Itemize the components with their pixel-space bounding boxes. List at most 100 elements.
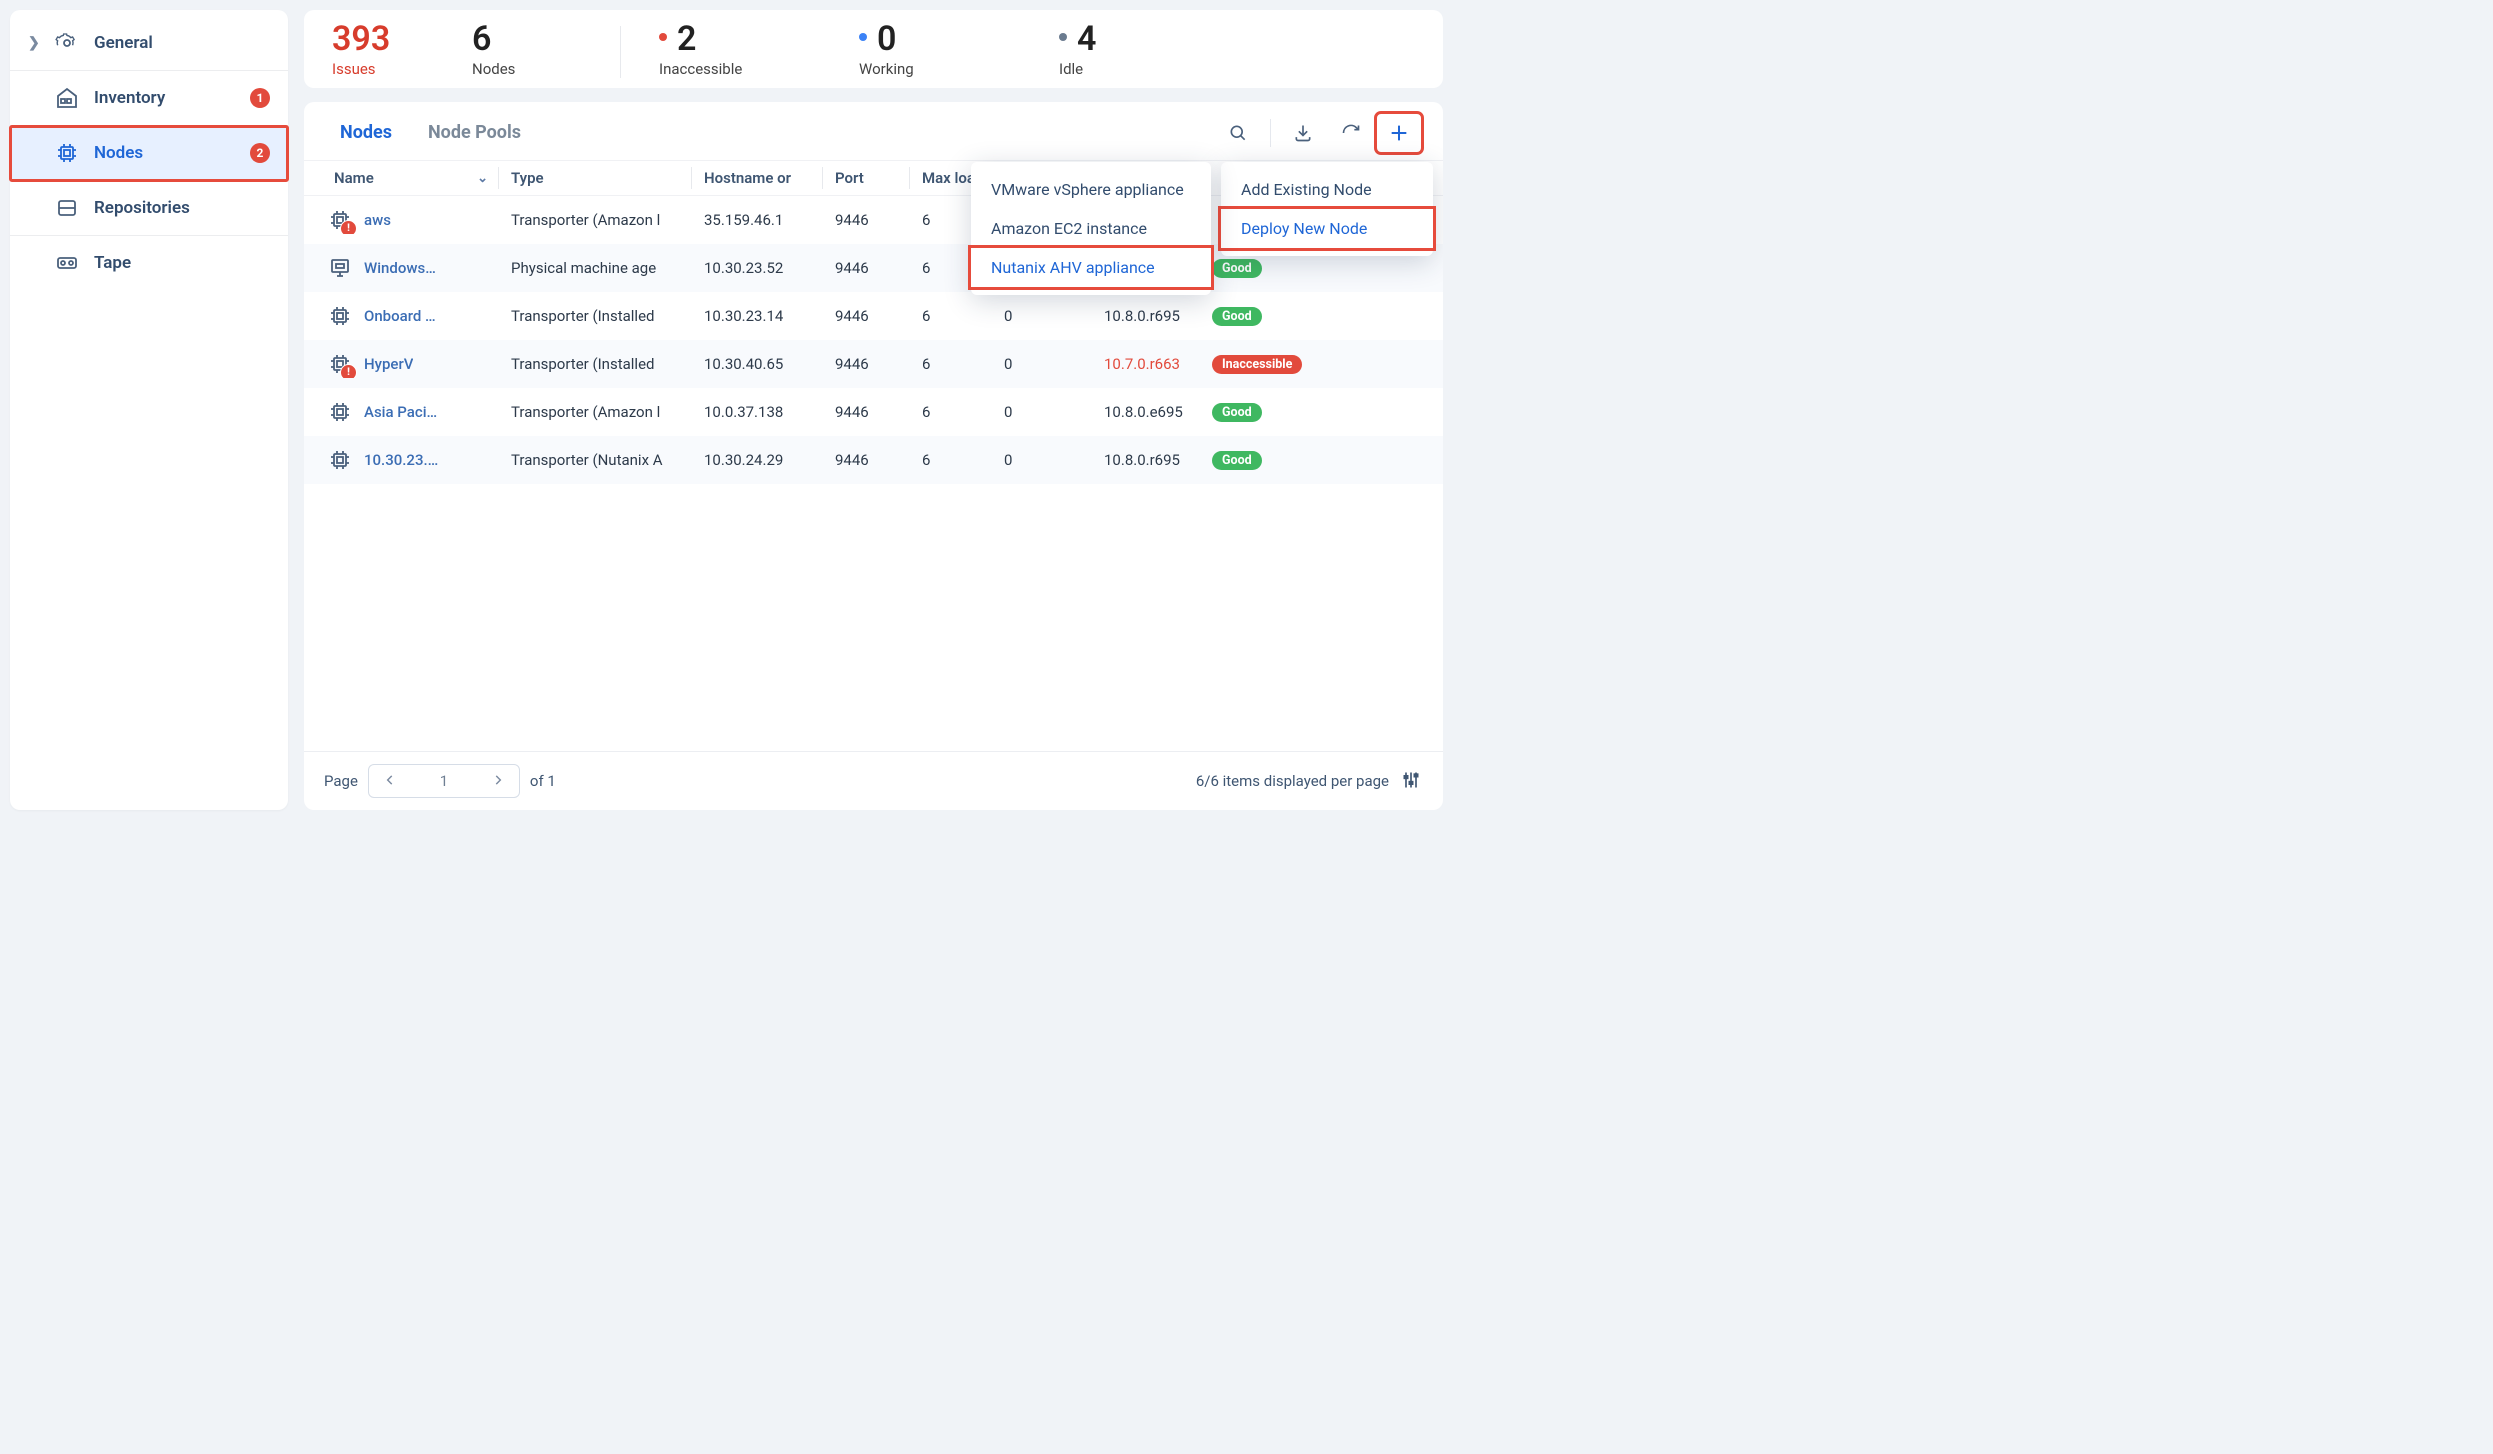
cell-col6: 0 — [1004, 403, 1104, 421]
add-menu: Add Existing Node Deploy New Node — [1221, 162, 1433, 256]
sidebar-item-label: Repositories — [94, 198, 190, 218]
col-hostname[interactable]: Hostname or — [704, 169, 822, 187]
node-name-link[interactable]: aws — [364, 211, 391, 229]
cell-type: Transporter (Amazon l — [511, 403, 691, 421]
cell-status: Inaccessible — [1212, 354, 1322, 374]
cpu-icon — [326, 398, 354, 426]
page-next-button[interactable] — [477, 765, 519, 797]
cell-max: 6 — [922, 307, 1004, 325]
cell-col6: 0 — [1004, 307, 1104, 325]
status-badge: Inaccessible — [1212, 355, 1302, 374]
sidebar-item-inventory[interactable]: Inventory 1 — [10, 71, 288, 126]
table-row[interactable]: HyperV Transporter (Installed 10.30.40.6… — [304, 340, 1443, 388]
column-settings-icon[interactable] — [1401, 770, 1423, 792]
status-dot-gray — [1059, 33, 1067, 41]
sidebar-item-label: General — [94, 33, 153, 53]
cell-type: Physical machine age — [511, 259, 691, 277]
cell-max: 6 — [922, 403, 1004, 421]
gear-icon — [54, 30, 80, 56]
cpu-icon — [326, 446, 354, 474]
stat-idle[interactable]: 4 Idle — [1059, 22, 1239, 78]
cell-port: 9446 — [835, 259, 909, 277]
page-label: Page — [324, 772, 358, 790]
node-name-link[interactable]: Onboard … — [364, 307, 436, 325]
col-name[interactable]: Name — [334, 169, 374, 187]
vm-icon — [326, 254, 354, 282]
cell-version: 10.8.0.r695 — [1104, 307, 1212, 325]
stat-label: Working — [859, 60, 1039, 78]
menu-nutanix[interactable]: Nutanix AHV appliance — [971, 248, 1211, 287]
col-port[interactable]: Port — [835, 169, 909, 187]
stat-issues[interactable]: 393 Issues — [332, 22, 452, 78]
stat-working[interactable]: 0 Working — [859, 22, 1039, 78]
stat-label: Nodes — [472, 60, 592, 78]
menu-ec2[interactable]: Amazon EC2 instance — [971, 209, 1211, 248]
repository-icon — [54, 195, 80, 221]
table-body: aws Transporter (Amazon l 35.159.46.1 94… — [304, 196, 1443, 751]
node-name-link[interactable]: Asia Paci… — [364, 403, 437, 421]
sidebar-item-nodes[interactable]: Nodes 2 — [10, 126, 288, 181]
page-of: of 1 — [530, 772, 556, 790]
sidebar-item-label: Tape — [94, 253, 131, 273]
cell-version: 10.8.0.e695 — [1104, 403, 1212, 421]
sort-chevron-icon[interactable]: ⌄ — [477, 171, 488, 186]
stat-label: Inaccessible — [659, 60, 839, 78]
cell-host: 10.30.23.52 — [704, 259, 822, 277]
badge: 2 — [250, 143, 270, 163]
cell-host: 10.30.23.14 — [704, 307, 822, 325]
sidebar: ❯ General Inventory 1 Nodes 2 — [10, 10, 288, 810]
cell-port: 9446 — [835, 307, 909, 325]
cell-max: 6 — [922, 355, 1004, 373]
cell-type: Transporter (Installed — [511, 307, 691, 325]
table-row[interactable]: Onboard … Transporter (Installed 10.30.2… — [304, 292, 1443, 340]
cell-status: Good — [1212, 402, 1322, 422]
sidebar-item-repositories[interactable]: Repositories — [10, 181, 288, 236]
status-badge: Good — [1212, 403, 1262, 422]
stat-value: 4 — [1059, 22, 1239, 58]
cpu-icon — [326, 206, 354, 234]
table-row[interactable]: 10.30.23.… Transporter (Nutanix A 10.30.… — [304, 436, 1443, 484]
cell-port: 9446 — [835, 211, 909, 229]
sidebar-item-general[interactable]: ❯ General — [10, 16, 288, 71]
add-button[interactable] — [1377, 114, 1421, 152]
menu-deploy-new[interactable]: Deploy New Node — [1221, 209, 1433, 248]
page-prev-button[interactable] — [369, 765, 411, 797]
cell-port: 9446 — [835, 451, 909, 469]
sidebar-item-label: Inventory — [94, 88, 165, 108]
page-current: 1 — [411, 772, 477, 790]
table-row[interactable]: Asia Paci… Transporter (Amazon l 10.0.37… — [304, 388, 1443, 436]
cell-host: 10.30.24.29 — [704, 451, 822, 469]
tab-node-pools[interactable]: Node Pools — [428, 112, 521, 160]
tab-nodes[interactable]: Nodes — [340, 112, 392, 160]
stat-value: 0 — [859, 22, 1039, 58]
table-footer: Page 1 of 1 6/6 items displayed per page — [304, 751, 1443, 810]
cpu-icon — [326, 302, 354, 330]
cell-type: Transporter (Amazon l — [511, 211, 691, 229]
menu-vmware[interactable]: VMware vSphere appliance — [971, 170, 1211, 209]
refresh-button[interactable] — [1329, 114, 1373, 152]
search-button[interactable] — [1216, 114, 1260, 152]
sidebar-item-tape[interactable]: Tape — [10, 236, 288, 290]
cell-host: 10.30.40.65 — [704, 355, 822, 373]
col-type[interactable]: Type — [511, 169, 691, 187]
stat-inaccessible[interactable]: 2 Inaccessible — [659, 22, 839, 78]
sidebar-item-label: Nodes — [94, 143, 143, 163]
cell-col6: 0 — [1004, 451, 1104, 469]
stat-nodes[interactable]: 6 Nodes — [472, 22, 592, 78]
node-name-link[interactable]: 10.30.23.… — [364, 451, 438, 469]
cell-host: 10.0.37.138 — [704, 403, 822, 421]
stat-label: Issues — [332, 60, 452, 78]
cell-max: 6 — [922, 451, 1004, 469]
download-button[interactable] — [1281, 114, 1325, 152]
cell-version: 10.7.0.r663 — [1104, 355, 1212, 373]
node-name-link[interactable]: HyperV — [364, 355, 413, 373]
cpu-icon — [54, 140, 80, 166]
menu-add-existing[interactable]: Add Existing Node — [1221, 170, 1433, 209]
nodes-panel: Nodes Node Pools — [304, 102, 1443, 810]
inventory-icon — [54, 85, 80, 111]
cell-type: Transporter (Installed — [511, 355, 691, 373]
status-dot-blue — [859, 33, 867, 41]
cell-col6: 0 — [1004, 355, 1104, 373]
node-name-link[interactable]: Windows… — [364, 259, 436, 277]
status-dot-red — [659, 33, 667, 41]
